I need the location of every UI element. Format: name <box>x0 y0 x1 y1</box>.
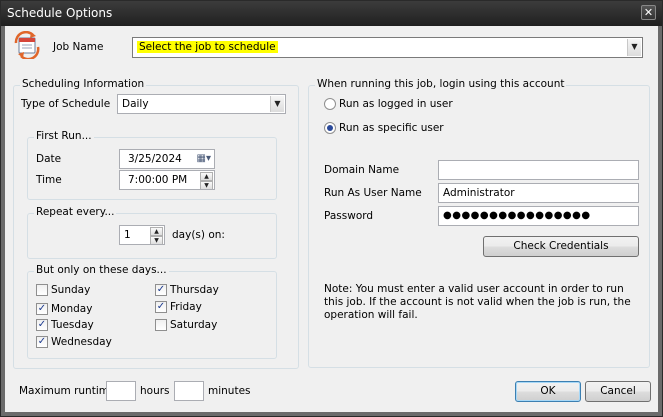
password-input[interactable]: ●●●●●●●●●●●●●●●● <box>438 206 639 226</box>
hours-label: hours <box>140 385 170 397</box>
user-name-input[interactable]: Administrator <box>438 183 639 203</box>
cancel-button[interactable]: Cancel <box>585 381 651 402</box>
time-value: 7:00:00 PM <box>128 174 188 186</box>
friday-checkbox[interactable]: ✓ <box>155 301 167 313</box>
max-runtime-label: Maximum runtime: <box>19 385 119 397</box>
spin-up-icon[interactable]: ▲ <box>200 172 213 181</box>
monday-label: Monday <box>51 303 93 315</box>
title-bar: Schedule Options ✕ <box>1 1 662 26</box>
run-as-logged-in-label: Run as logged in user <box>339 98 453 110</box>
repeat-title: Repeat every... <box>34 206 117 218</box>
date-label: Date <box>36 153 62 165</box>
hours-input[interactable] <box>106 381 136 401</box>
thursday-label: Thursday <box>170 284 219 296</box>
user-name-value: Administrator <box>443 187 515 199</box>
sunday-checkbox[interactable] <box>36 284 48 296</box>
ok-button[interactable]: OK <box>515 381 581 402</box>
tuesday-label: Tuesday <box>51 319 94 331</box>
schedule-type-value: Daily <box>122 98 149 110</box>
job-name-combobox[interactable]: Select the job to schedule ▼ <box>132 37 643 58</box>
saturday-label: Saturday <box>170 319 218 331</box>
ok-label: OK <box>540 385 556 397</box>
run-as-logged-in-radio[interactable] <box>324 98 336 110</box>
domain-name-input[interactable] <box>438 160 639 180</box>
date-value: 3/25/2024 <box>128 153 182 165</box>
time-label: Time <box>36 174 62 186</box>
sunday-label: Sunday <box>51 284 91 296</box>
chevron-down-icon[interactable]: ▼ <box>627 39 641 56</box>
dialog-body: Job Name Select the job to schedule ▼ Sc… <box>5 26 658 412</box>
credentials-note: Note: You must enter a valid user accoun… <box>324 283 631 321</box>
repeat-interval-value: 1 <box>124 229 131 241</box>
first-run-title: First Run... <box>34 130 94 142</box>
spin-up-icon[interactable]: ▲ <box>150 227 163 236</box>
date-picker[interactable]: 3/25/2024 ▦▾ <box>119 149 215 169</box>
password-label: Password <box>324 210 374 222</box>
chevron-down-icon[interactable]: ▼ <box>270 96 284 112</box>
password-value: ●●●●●●●●●●●●●●●● <box>443 210 591 221</box>
saturday-checkbox[interactable] <box>155 319 167 331</box>
spin-down-icon[interactable]: ▼ <box>150 236 163 244</box>
calendar-refresh-icon <box>14 31 40 59</box>
days-title: But only on these days... <box>34 264 169 276</box>
monday-checkbox[interactable]: ✓ <box>36 303 48 315</box>
friday-label: Friday <box>170 301 202 313</box>
job-name-value: Select the job to schedule <box>137 41 278 53</box>
time-input[interactable]: 7:00:00 PM ▲ ▼ <box>119 170 215 190</box>
user-name-label: Run As User Name <box>324 187 422 199</box>
run-as-specific-label: Run as specific user <box>339 122 444 134</box>
repeat-spinner[interactable]: ▲ ▼ <box>150 227 163 244</box>
close-button[interactable]: ✕ <box>641 5 656 20</box>
check-credentials-label: Check Credentials <box>513 240 609 252</box>
repeat-interval-input[interactable]: 1 ▲ ▼ <box>119 225 165 245</box>
schedule-type-label: Type of Schedule <box>21 98 111 110</box>
tuesday-checkbox[interactable]: ✓ <box>36 319 48 331</box>
minutes-input[interactable] <box>174 381 204 401</box>
wednesday-checkbox[interactable]: ✓ <box>36 336 48 348</box>
scheduling-information-title: Scheduling Information <box>20 78 147 90</box>
spin-down-icon[interactable]: ▼ <box>200 181 213 189</box>
login-account-title: When running this job, login using this … <box>315 78 567 90</box>
job-name-label: Job Name <box>53 41 104 53</box>
repeat-suffix-label: day(s) on: <box>172 229 225 241</box>
time-spinner[interactable]: ▲ ▼ <box>200 172 213 189</box>
schedule-type-select[interactable]: Daily ▼ <box>117 94 286 114</box>
wednesday-label: Wednesday <box>51 336 112 348</box>
run-as-specific-radio[interactable] <box>324 122 336 134</box>
check-credentials-button[interactable]: Check Credentials <box>483 236 639 257</box>
minutes-label: minutes <box>208 385 251 397</box>
thursday-checkbox[interactable]: ✓ <box>155 284 167 296</box>
dialog-window: Schedule Options ✕ Job Name Select the j… <box>0 0 663 417</box>
domain-name-label: Domain Name <box>324 164 400 176</box>
close-icon: ✕ <box>643 6 654 19</box>
cancel-label: Cancel <box>600 385 636 397</box>
window-title: Schedule Options <box>7 6 113 20</box>
calendar-dropdown-icon[interactable]: ▦▾ <box>197 152 211 166</box>
